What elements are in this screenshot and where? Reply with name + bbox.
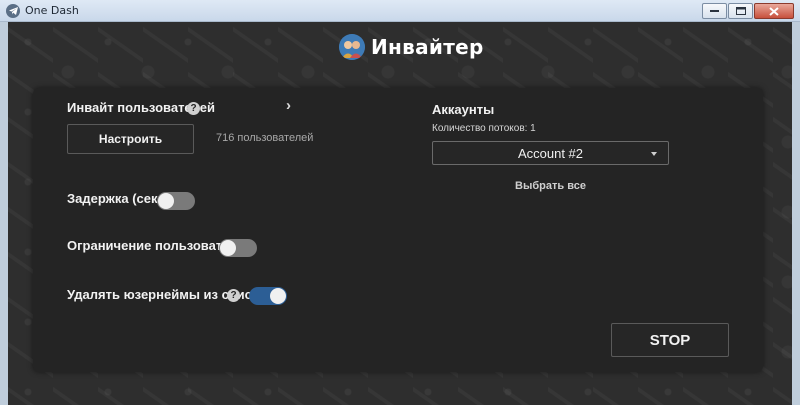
help-icon[interactable]: ? (227, 289, 240, 302)
window-titlebar: One Dash (0, 0, 800, 22)
user-limit-toggle[interactable] (219, 239, 257, 257)
app-logo-icon (339, 34, 365, 60)
delay-label: Задержка (сек.) (67, 191, 166, 206)
users-count: 716 пользователей (216, 132, 314, 144)
app-window: Инвайтер Инвайт пользователей ? › Настро… (8, 22, 792, 405)
account-select-value: Account #2 (517, 146, 584, 161)
stop-button[interactable]: STOP (611, 323, 729, 357)
help-icon[interactable]: ? (187, 102, 200, 115)
chevron-down-icon (651, 152, 657, 156)
app-header: Инвайтер (339, 34, 484, 60)
minimize-icon[interactable] (702, 3, 727, 19)
telegram-icon (6, 4, 20, 18)
close-icon[interactable] (754, 3, 794, 19)
configure-button[interactable]: Настроить (67, 124, 194, 154)
inviter-panel: Инвайт пользователей ? › Настроить 716 п… (33, 88, 763, 372)
delay-toggle[interactable] (157, 192, 195, 210)
threads-count: Количество потоков: 1 (432, 123, 536, 134)
maximize-icon[interactable] (728, 3, 753, 19)
accounts-title: Аккаунты (432, 102, 495, 117)
account-select[interactable]: Account #2 (432, 141, 669, 165)
window-title: One Dash (25, 4, 79, 17)
remove-usernames-toggle[interactable] (249, 287, 287, 305)
chevron-right-icon[interactable]: › (286, 97, 291, 114)
page-title: Инвайтер (371, 35, 484, 59)
select-all-link[interactable]: Выбрать все (432, 180, 669, 192)
